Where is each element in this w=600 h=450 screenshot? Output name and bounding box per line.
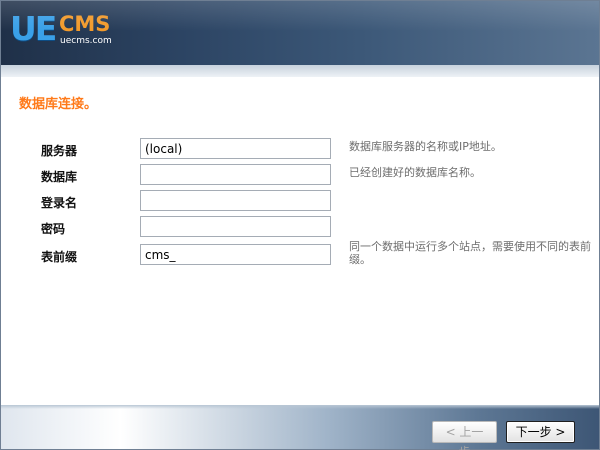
database-hint: 已经创建好的数据库名称。 <box>349 166 481 179</box>
login-label: 登录名 <box>41 196 78 210</box>
table-prefix-input[interactable] <box>140 244 331 265</box>
header-divider <box>1 65 599 77</box>
form-row-password: 密码 <box>1 216 599 240</box>
form-row-login: 登录名 <box>1 190 599 214</box>
form-row-server: 服务器 数据库服务器的名称或IP地址。 <box>1 138 599 162</box>
table-prefix-hint: 同一个数据中运行多个站点，需要使用不同的表前缀。 <box>349 240 591 266</box>
database-input[interactable] <box>140 164 331 185</box>
next-step-button[interactable]: 下一步 > <box>506 421 575 443</box>
server-hint: 数据库服务器的名称或IP地址。 <box>349 140 502 153</box>
server-label: 服务器 <box>41 144 78 158</box>
logo-cms-text: CMS <box>59 12 111 36</box>
installer-window: UE CMS uecms.com 数据库连接。 服务器 数据库服务器的名称或IP… <box>0 0 600 450</box>
uecms-logo: UE CMS uecms.com <box>10 9 130 51</box>
form-row-table-prefix: 表前缀 同一个数据中运行多个站点，需要使用不同的表前缀。 <box>1 240 599 268</box>
logo-ue-text: UE <box>10 9 57 48</box>
password-label: 密码 <box>41 222 66 236</box>
footer-bar: < 上一步 下一步 > <box>1 405 599 450</box>
form-row-database: 数据库 已经创建好的数据库名称。 <box>1 164 599 188</box>
prev-step-button[interactable]: < 上一步 <box>432 421 497 450</box>
server-input[interactable] <box>140 138 331 159</box>
password-input[interactable] <box>140 216 331 237</box>
logo-domain-text: uecms.com <box>60 36 112 46</box>
login-input[interactable] <box>140 190 331 211</box>
table-prefix-label: 表前缀 <box>41 250 78 264</box>
database-label: 数据库 <box>41 170 78 184</box>
header-banner: UE CMS uecms.com <box>1 1 599 65</box>
section-title: 数据库连接。 <box>19 97 98 112</box>
